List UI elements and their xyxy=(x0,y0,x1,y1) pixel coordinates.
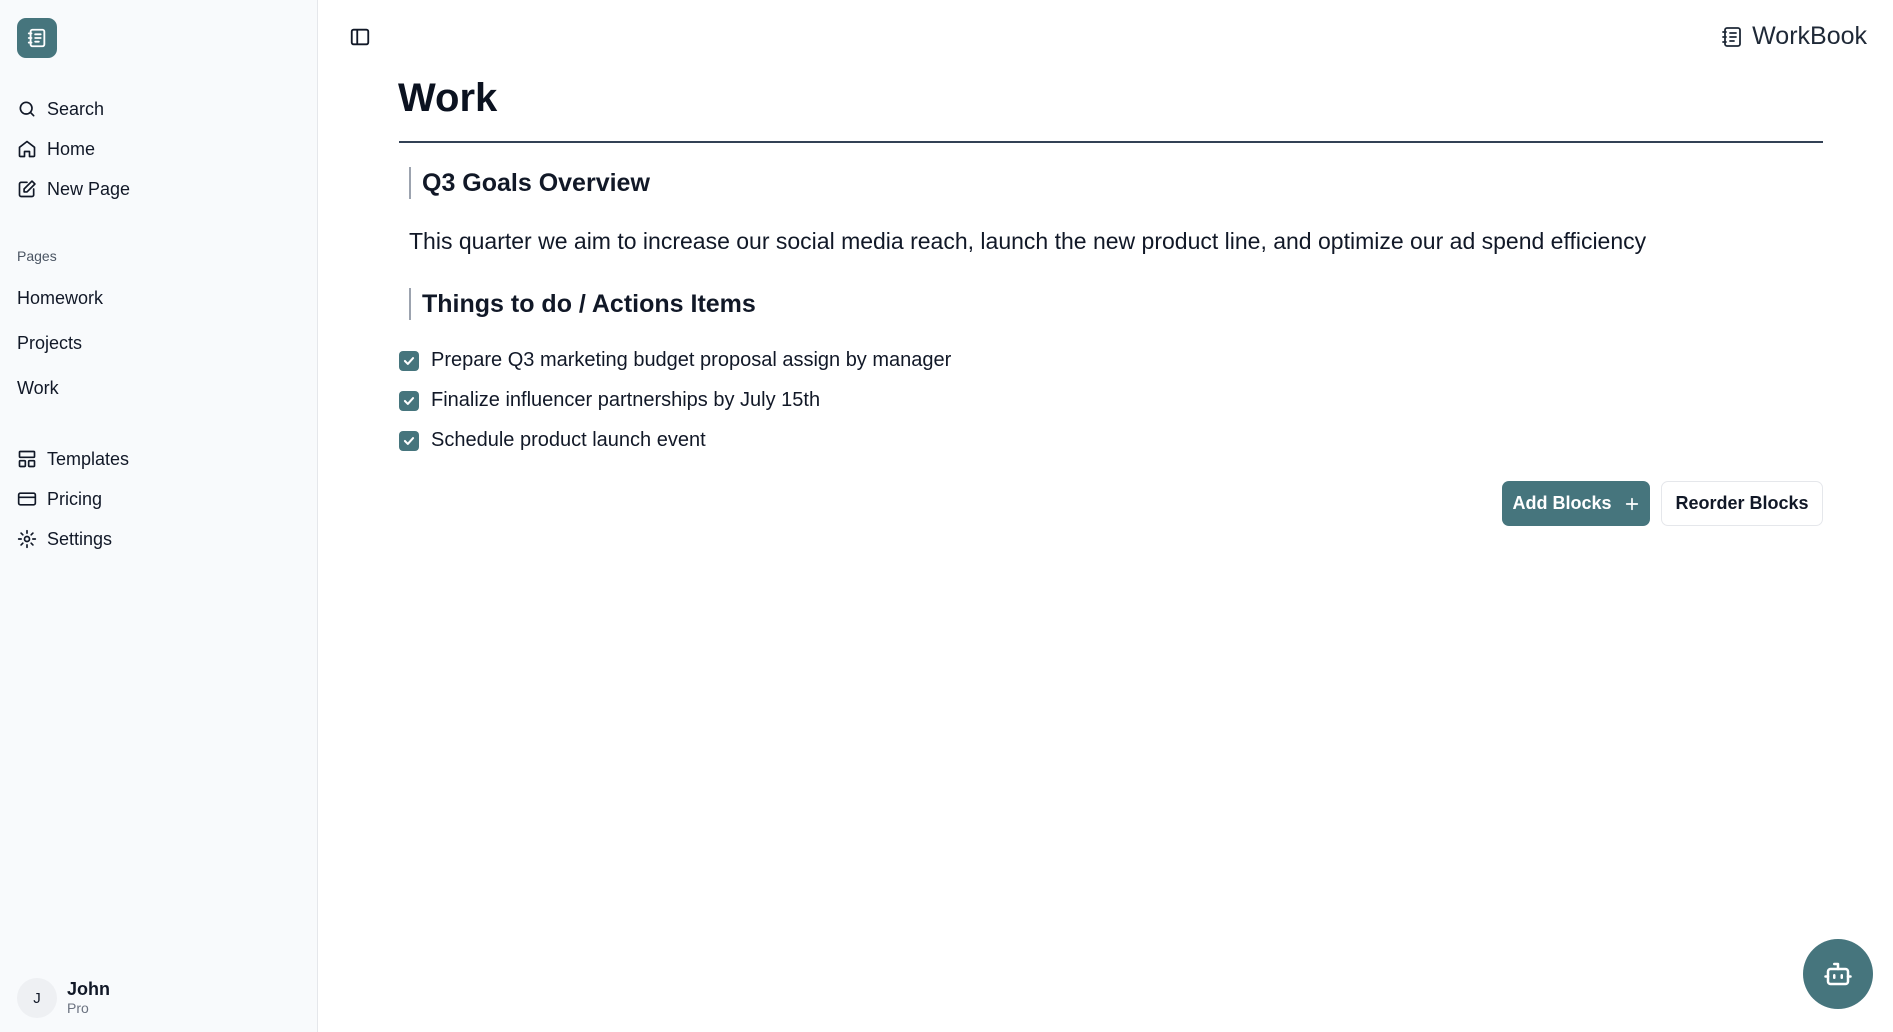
todo-item: Finalize influencer partnerships by July… xyxy=(399,389,820,412)
check-icon xyxy=(403,356,415,365)
gear-icon xyxy=(17,529,37,549)
app-logo[interactable] xyxy=(17,18,57,58)
templates-icon xyxy=(18,450,36,468)
nav-templates[interactable]: Templates xyxy=(17,444,129,474)
nav-new-page[interactable]: New Page xyxy=(17,174,130,204)
avatar: J xyxy=(17,978,57,1018)
user-profile[interactable]: J John Pro xyxy=(17,978,110,1018)
brand-name: WorkBook xyxy=(1752,22,1867,50)
paragraph-block[interactable]: This quarter we aim to increase our soci… xyxy=(409,228,1646,255)
todo-checkbox[interactable] xyxy=(399,430,419,451)
nav-templates-label: Templates xyxy=(47,448,130,469)
ai-assistant-button[interactable] xyxy=(1803,939,1873,1009)
user-plan: Pro xyxy=(67,1000,89,1016)
page-title[interactable]: Work xyxy=(398,76,497,121)
todo-checkbox[interactable] xyxy=(399,350,419,371)
app: Search Home New Page Pages Homework Proj… xyxy=(0,0,1893,1032)
heading-action-items[interactable]: Things to do / Actions Items xyxy=(409,288,756,320)
sidebar-toggle-icon xyxy=(350,28,370,46)
add-blocks-button[interactable]: Add Blocks xyxy=(1502,481,1650,526)
notebook-icon xyxy=(27,28,46,48)
sidebar: Search Home New Page Pages Homework Proj… xyxy=(0,0,318,1032)
user-info: John Pro xyxy=(67,979,110,1017)
bot-icon xyxy=(1824,962,1852,986)
check-icon xyxy=(403,396,415,405)
heading-q3-goals[interactable]: Q3 Goals Overview xyxy=(409,167,650,199)
pages-section-label: Pages xyxy=(17,248,57,264)
notebook-icon xyxy=(1722,26,1742,47)
nav-home-label: Home xyxy=(47,138,96,159)
edit-icon xyxy=(18,180,36,198)
todo-text[interactable]: Schedule product launch event xyxy=(431,429,706,452)
nav-settings[interactable]: Settings xyxy=(17,524,112,554)
add-blocks-label: Add Blocks xyxy=(1512,493,1612,513)
user-name: John xyxy=(67,979,110,999)
home-icon xyxy=(18,140,36,158)
nav-settings-label: Settings xyxy=(47,528,113,549)
nav-pricing[interactable]: Pricing xyxy=(17,484,102,514)
todo-text[interactable]: Finalize influencer partnerships by July… xyxy=(431,389,820,412)
todo-item: Prepare Q3 marketing budget proposal ass… xyxy=(399,349,951,372)
reorder-blocks-button[interactable]: Reorder Blocks xyxy=(1661,481,1823,526)
todo-text[interactable]: Prepare Q3 marketing budget proposal ass… xyxy=(431,349,951,372)
title-divider xyxy=(399,141,1823,143)
nav-search-label: Search xyxy=(47,98,105,119)
todo-item: Schedule product launch event xyxy=(399,429,706,452)
todo-checkbox[interactable] xyxy=(399,390,419,411)
nav-search[interactable]: Search xyxy=(17,94,104,124)
page-item-work[interactable]: Work xyxy=(17,378,59,399)
search-icon xyxy=(19,101,35,117)
page-item-homework[interactable]: Homework xyxy=(17,288,103,309)
check-icon xyxy=(403,436,415,445)
toggle-sidebar-button[interactable] xyxy=(349,26,373,50)
credit-card-icon xyxy=(17,492,37,506)
nav-home[interactable]: Home xyxy=(17,134,95,164)
plus-icon xyxy=(1625,497,1638,510)
page-item-projects[interactable]: Projects xyxy=(17,333,82,354)
nav-new-page-label: New Page xyxy=(47,178,131,199)
brand: WorkBook xyxy=(1720,22,1867,51)
nav-pricing-label: Pricing xyxy=(47,488,103,509)
